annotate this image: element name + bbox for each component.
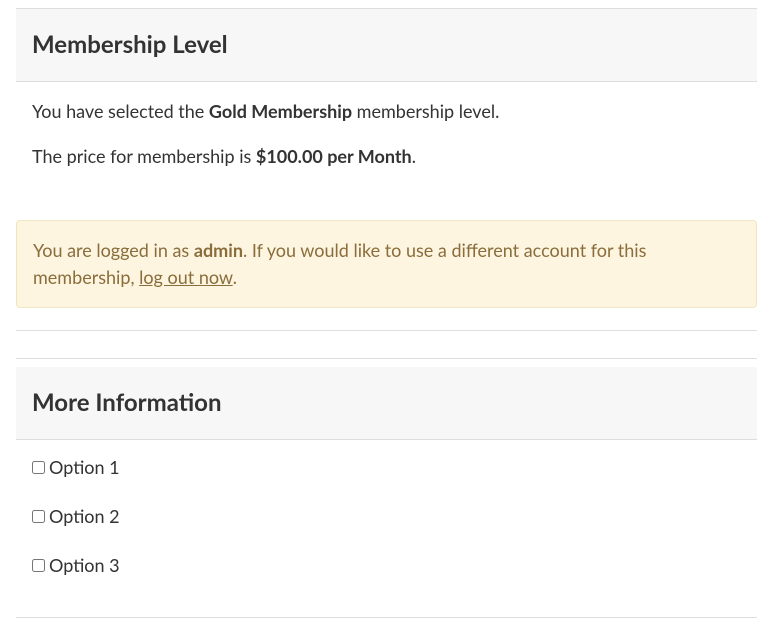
level-name: Gold Membership xyxy=(209,100,352,122)
membership-level-header: Membership Level xyxy=(16,9,757,82)
logout-link[interactable]: log out now xyxy=(139,266,233,288)
option-1-label[interactable]: Option 1 xyxy=(49,454,120,481)
membership-level-heading: Membership Level xyxy=(32,27,741,63)
alert-suffix: . xyxy=(233,266,237,288)
price-value: $100.00 per Month xyxy=(256,145,412,167)
membership-level-body: You have selected the Gold Membership me… xyxy=(16,82,757,196)
price-prefix: The price for membership is xyxy=(32,145,256,167)
option-2-label[interactable]: Option 2 xyxy=(49,503,120,530)
selected-level-text: You have selected the Gold Membership me… xyxy=(32,98,741,125)
option-item: Option 2 xyxy=(32,503,741,530)
option-item: Option 1 xyxy=(32,454,741,481)
option-2-checkbox[interactable] xyxy=(32,510,45,523)
option-1-checkbox[interactable] xyxy=(32,461,45,474)
more-information-section: More Information Option 1 Option 2 Optio… xyxy=(16,367,757,609)
option-3-label[interactable]: Option 3 xyxy=(49,552,120,579)
more-information-header: More Information xyxy=(16,367,757,440)
option-3-checkbox[interactable] xyxy=(32,559,45,572)
option-item: Option 3 xyxy=(32,552,741,579)
selected-suffix: membership level. xyxy=(352,100,499,122)
membership-level-section: Membership Level You have selected the G… xyxy=(16,8,757,196)
price-suffix: . xyxy=(412,145,416,167)
options-list: Option 1 Option 2 Option 3 xyxy=(16,440,757,609)
more-information-heading: More Information xyxy=(32,385,741,421)
price-text: The price for membership is $100.00 per … xyxy=(32,143,741,170)
section-gap xyxy=(16,331,757,359)
logged-in-alert: You are logged in as admin. If you would… xyxy=(16,220,757,308)
alert-username: admin xyxy=(194,239,243,261)
selected-prefix: You have selected the xyxy=(32,100,209,122)
alert-prefix: You are logged in as xyxy=(33,239,194,261)
